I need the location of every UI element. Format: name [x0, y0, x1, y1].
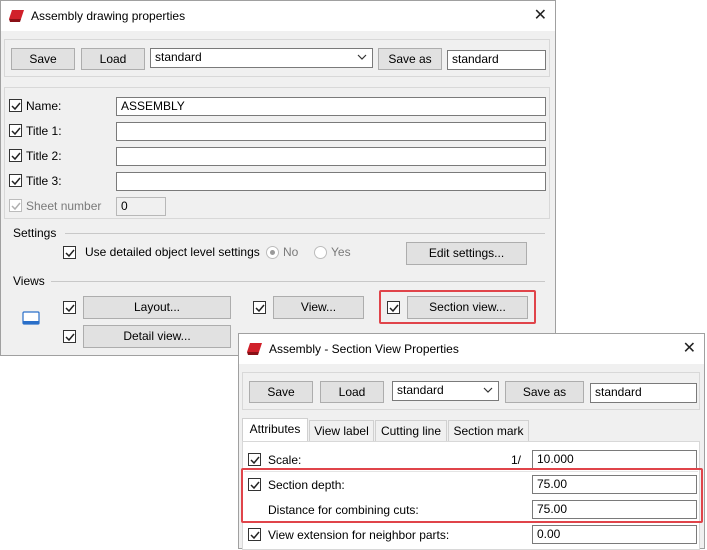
settings-group-label: Settings	[13, 226, 57, 240]
title3-label: Title 3:	[26, 174, 62, 188]
chevron-down-icon	[483, 387, 493, 393]
section-view-highlight	[379, 290, 536, 324]
sheet-number-input: 0	[116, 197, 166, 216]
tab-section-mark[interactable]: Section mark	[448, 420, 529, 442]
no-radio[interactable]	[266, 246, 279, 259]
name-label: Name:	[26, 99, 62, 113]
check-icon	[250, 531, 260, 540]
name-checkbox[interactable]	[9, 99, 22, 112]
save-as-name-input[interactable]: standard	[447, 50, 546, 70]
title3-checkbox[interactable]	[9, 174, 22, 187]
title1-label: Title 1:	[26, 124, 62, 138]
views-group-label: Views	[13, 274, 45, 288]
save-as-button[interactable]: Save as	[378, 48, 442, 70]
layout-button[interactable]: Layout...	[83, 296, 231, 319]
layout-checkbox[interactable]	[63, 301, 76, 314]
check-icon	[255, 304, 265, 313]
title2-label: Title 2:	[26, 149, 62, 163]
view-extension-checkbox[interactable]	[248, 528, 261, 541]
title2-input[interactable]	[116, 147, 546, 166]
check-icon	[65, 333, 75, 342]
section-view-properties-dialog: Assembly - Section View Properties ✕ Sav…	[238, 333, 705, 550]
tab-cutting-line[interactable]: Cutting line	[375, 420, 447, 442]
chevron-down-icon	[357, 54, 367, 60]
dialog-title: Assembly - Section View Properties	[269, 342, 459, 356]
detailed-settings-label: Use detailed object level settings	[85, 245, 260, 259]
view-window-icon	[22, 311, 40, 325]
close-icon[interactable]: ✕	[683, 341, 696, 357]
section-depth-highlight	[241, 468, 703, 523]
check-icon	[65, 304, 75, 313]
sheet-number-label: Sheet number	[26, 199, 102, 213]
check-icon	[11, 127, 21, 136]
radio-selected-dot	[270, 250, 275, 255]
check-icon	[11, 202, 21, 211]
load-button[interactable]: Load	[320, 381, 384, 403]
title1-input[interactable]	[116, 122, 546, 141]
detail-view-checkbox[interactable]	[63, 330, 76, 343]
save-as-button[interactable]: Save as	[505, 381, 584, 403]
title-bar: Assembly - Section View Properties ✕	[239, 334, 704, 364]
view-button[interactable]: View...	[273, 296, 364, 319]
scale-checkbox[interactable]	[248, 453, 261, 466]
check-icon	[65, 249, 75, 258]
check-icon	[250, 456, 260, 465]
scale-prefix: 1/	[511, 453, 522, 467]
tab-strip: Attributes View label Cutting line Secti…	[242, 418, 700, 442]
check-icon	[11, 102, 21, 111]
yes-radio-label: Yes	[331, 245, 351, 259]
settings-divider	[65, 233, 545, 234]
detailed-settings-checkbox[interactable]	[63, 246, 76, 259]
scale-label: Scale:	[268, 453, 302, 467]
view-extension-input[interactable]: 0.00	[532, 525, 697, 544]
yes-radio[interactable]	[314, 246, 327, 259]
title1-checkbox[interactable]	[9, 124, 22, 137]
preset-select[interactable]: standard	[392, 381, 499, 401]
scale-input[interactable]: 10.000	[532, 450, 697, 469]
check-icon	[11, 152, 21, 161]
assembly-drawing-properties-dialog: Assembly drawing properties ✕ Save Load …	[0, 0, 556, 356]
edit-settings-button[interactable]: Edit settings...	[406, 242, 527, 265]
sheet-number-checkbox	[9, 199, 22, 212]
app-icon	[247, 343, 262, 355]
view-checkbox[interactable]	[253, 301, 266, 314]
app-icon	[9, 10, 24, 22]
title-bar: Assembly drawing properties ✕	[1, 1, 555, 31]
title2-checkbox[interactable]	[9, 149, 22, 162]
preset-select-value: standard	[155, 50, 202, 64]
no-radio-label: No	[283, 245, 299, 259]
tab-attributes[interactable]: Attributes	[242, 418, 308, 442]
save-as-name-input[interactable]: standard	[590, 383, 697, 403]
preset-select-value: standard	[397, 383, 444, 397]
dialog-title: Assembly drawing properties	[31, 9, 186, 23]
views-divider	[51, 281, 545, 282]
view-extension-label: View extension for neighbor parts:	[268, 528, 450, 542]
load-button[interactable]: Load	[81, 48, 145, 70]
tab-view-label[interactable]: View label	[309, 420, 374, 442]
detail-view-button[interactable]: Detail view...	[83, 325, 231, 348]
title3-input[interactable]	[116, 172, 546, 191]
name-input[interactable]: ASSEMBLY	[116, 97, 546, 116]
close-icon[interactable]: ✕	[534, 8, 547, 24]
save-button[interactable]: Save	[249, 381, 313, 403]
save-button[interactable]: Save	[11, 48, 75, 70]
check-icon	[11, 177, 21, 186]
preset-select[interactable]: standard	[150, 48, 373, 68]
